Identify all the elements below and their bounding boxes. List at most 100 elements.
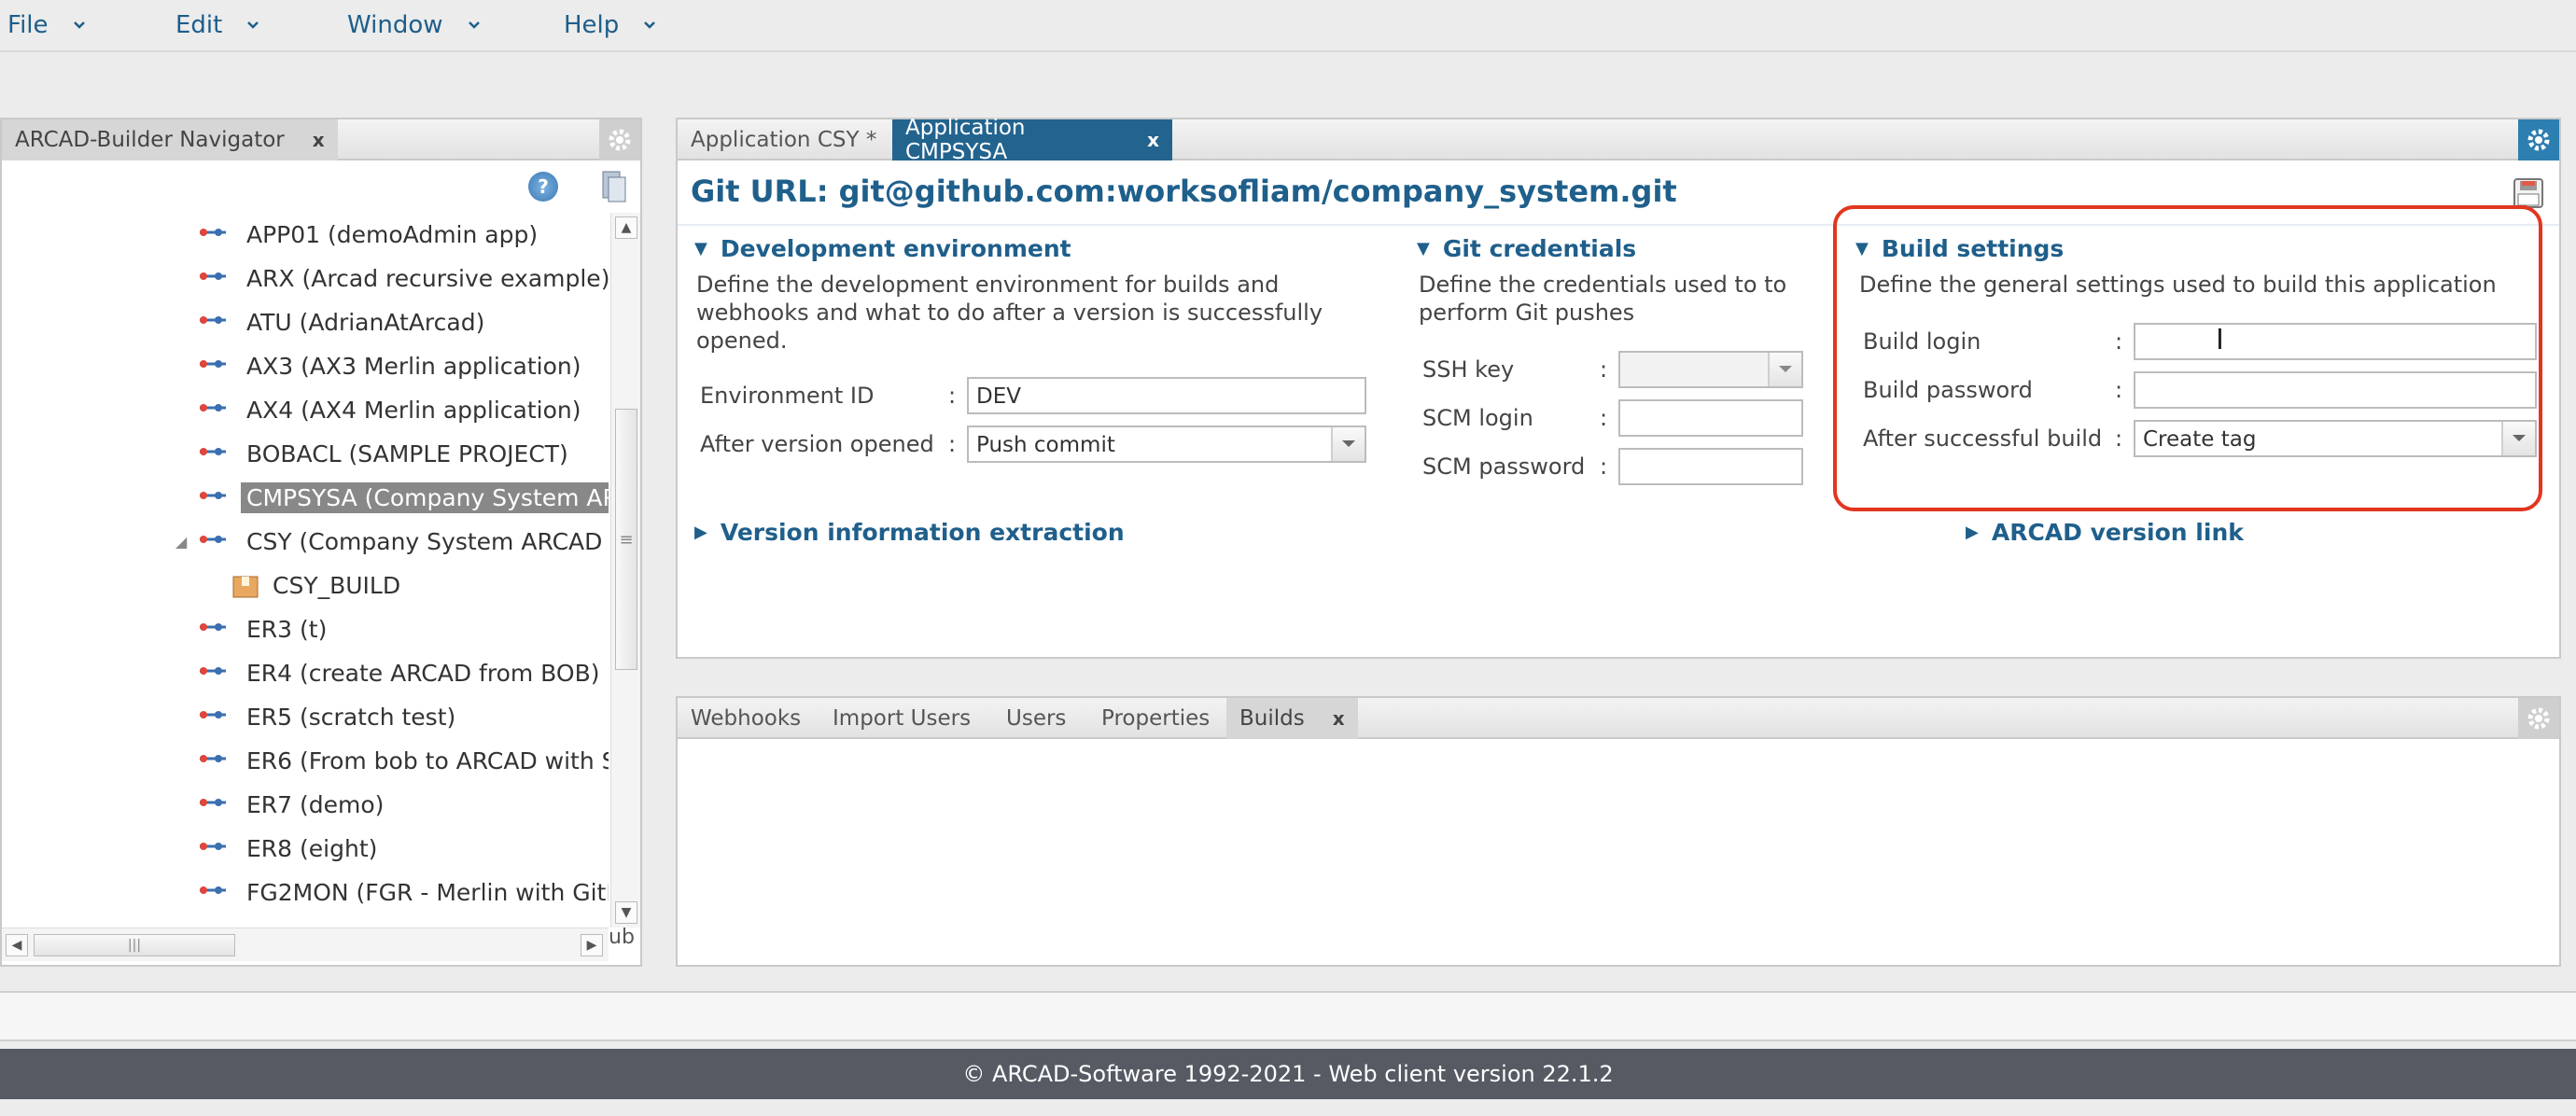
expanded-triangle-icon[interactable]: ◢	[175, 533, 187, 551]
menu-help-label: Help	[564, 11, 620, 39]
application-icon	[200, 492, 226, 499]
scroll-up-arrow[interactable]: ▲	[615, 216, 637, 239]
section-title: Git credentials	[1442, 235, 1637, 262]
save-icon[interactable]	[2513, 177, 2544, 209]
tree-item-bobacl[interactable]: BOBACL (SAMPLE PROJECT)	[2, 432, 609, 475]
colon: :	[1600, 356, 1608, 383]
tree-item-atu[interactable]: ATU (AdrianAtArcad)	[2, 300, 609, 343]
package-icon	[232, 576, 259, 598]
environment-id-field[interactable]: DEV	[967, 377, 1366, 414]
footer: © ARCAD-Software 1992-2021 - Web client …	[0, 1049, 2576, 1099]
tree-item-er8[interactable]: ER8 (eight)	[2, 827, 609, 870]
application-icon	[200, 404, 226, 412]
tree-item-cmpsysa[interactable]: CMPSYSA (Company System ARC	[2, 476, 609, 519]
expand-triangle-icon: ▶	[1966, 523, 1979, 542]
tree-item-app01[interactable]: APP01 (demoAdmin app)	[2, 213, 609, 256]
application-icon	[200, 536, 226, 543]
gear-icon[interactable]	[2518, 698, 2559, 739]
after-version-opened-select[interactable]: Push commit	[967, 425, 1366, 463]
tree-item-label: CSY (Company System ARCAD p	[246, 528, 609, 555]
colon: :	[948, 431, 957, 457]
menu-edit[interactable]: Edit	[175, 11, 259, 39]
tab-application-cmpsysa[interactable]: Application CMPSYSA x	[892, 116, 1172, 164]
menu-file[interactable]: File	[7, 11, 86, 39]
tab-arcad-builder-navigator[interactable]: ARCAD-Builder Navigator x	[2, 119, 338, 160]
application-tabstrip: Application CSY * Application CMPSYSA x	[678, 116, 2559, 164]
tab-label: ARCAD-Builder Navigator	[15, 128, 285, 152]
scm-login-field[interactable]	[1618, 399, 1803, 437]
tree-item-ax4[interactable]: AX4 (AX4 Merlin application)	[2, 388, 609, 431]
tree-item-er6[interactable]: ER6 (From bob to ARCAD with Se	[2, 739, 609, 782]
tab-webhooks[interactable]: Webhooks	[678, 698, 814, 739]
tree-item-label: ER6 (From bob to ARCAD with Se	[246, 747, 609, 774]
application-icon	[200, 711, 226, 718]
tree-item-label: APP01 (demoAdmin app)	[246, 221, 539, 248]
tree-item-er5[interactable]: ER5 (scratch test)	[2, 695, 609, 738]
chevron-down-icon	[247, 21, 259, 29]
application-icon	[200, 229, 226, 236]
scrollbar-thumb[interactable]: |||	[34, 934, 235, 956]
tree-item-er3[interactable]: ER3 (t)	[2, 607, 609, 650]
vertical-scrollbar[interactable]: ▲ ≡ ▼	[610, 213, 640, 928]
menu-window[interactable]: Window	[347, 11, 481, 39]
tree-item-label: CSY_BUILD	[273, 572, 401, 599]
tree-item-arx[interactable]: ARX (Arcad recursive example)	[2, 257, 609, 300]
tree-item-csy[interactable]: ◢ CSY (Company System ARCAD p	[2, 520, 609, 563]
application-icon	[200, 886, 226, 894]
tab-import-users[interactable]: Import Users	[819, 698, 984, 739]
ssh-key-select[interactable]	[1618, 351, 1803, 388]
tree-item-er7[interactable]: ER7 (demo)	[2, 783, 609, 826]
scm-password-field[interactable]	[1618, 448, 1803, 485]
tab-label: Properties	[1101, 706, 1211, 731]
status-bar	[0, 991, 2576, 1041]
tree-item-csy-build[interactable]: CSY_BUILD	[2, 564, 609, 607]
environment-id-value: DEV	[976, 384, 1021, 409]
application-icon	[200, 448, 226, 455]
help-icon[interactable]: ?	[528, 172, 558, 202]
close-icon[interactable]: x	[1333, 707, 1345, 730]
gear-icon[interactable]	[599, 119, 640, 160]
tree-item-label: ER5 (scratch test)	[246, 704, 456, 731]
scroll-down-arrow[interactable]: ▼	[615, 901, 637, 924]
git-url-title: Git URL: git@github.com:worksofliam/comp…	[691, 174, 1677, 209]
ssh-key-label: SSH key	[1422, 356, 1515, 383]
scroll-left-arrow[interactable]: ◀	[6, 934, 28, 956]
gear-icon[interactable]	[2518, 119, 2559, 160]
overflow-text: ub	[609, 926, 635, 949]
tab-builds[interactable]: Builds x	[1226, 698, 1358, 739]
navigator-panel: ARCAD-Builder Navigator x ? APP01 (demoA…	[0, 118, 642, 967]
colon: :	[1600, 405, 1608, 431]
application-icon	[200, 272, 226, 280]
section-arcad-version-link[interactable]: ▶ ARCAD version link	[1966, 519, 2244, 546]
close-icon[interactable]: x	[313, 129, 325, 151]
horizontal-scrollbar[interactable]: ◀ ||| ▶	[2, 928, 609, 961]
scroll-right-arrow[interactable]: ▶	[581, 934, 603, 956]
application-icon	[200, 667, 226, 675]
tree-item-er4[interactable]: ER4 (create ARCAD from BOB)	[2, 651, 609, 694]
menu-window-label: Window	[347, 11, 443, 39]
tree-item-label: ATU (AdrianAtArcad)	[246, 309, 485, 336]
section-title: Version information extraction	[720, 519, 1125, 546]
tab-properties[interactable]: Properties	[1088, 698, 1223, 739]
database-icon[interactable]	[599, 170, 627, 203]
build-settings-highlight	[1833, 205, 2542, 511]
section-development-environment[interactable]: ▼ Development environment	[694, 235, 1071, 262]
tree-item-label: BOBACL (SAMPLE PROJECT)	[246, 440, 568, 467]
menu-bar: File Edit Window Help	[0, 0, 2576, 52]
menu-help[interactable]: Help	[564, 11, 656, 39]
section-git-credentials[interactable]: ▼ Git credentials	[1417, 235, 1636, 262]
close-icon[interactable]: x	[1147, 129, 1159, 151]
application-icon	[200, 755, 226, 762]
builds-tabstrip: Webhooks Import Users Users Properties B…	[678, 698, 2559, 739]
scm-password-label: SCM password	[1422, 453, 1586, 480]
after-version-opened-label: After version opened	[700, 431, 934, 457]
tree-item-ax3[interactable]: AX3 (AX3 Merlin application)	[2, 344, 609, 387]
tab-application-csy[interactable]: Application CSY *	[678, 119, 892, 160]
tree-item-fg2mon[interactable]: FG2MON (FGR - Merlin with GitBu	[2, 871, 609, 914]
scrollbar-thumb[interactable]: ≡	[615, 409, 637, 670]
section-version-information-extraction[interactable]: ▶ Version information extraction	[694, 519, 1125, 546]
tree-item-label: AX4 (AX4 Merlin application)	[246, 397, 581, 424]
tab-users[interactable]: Users	[993, 698, 1079, 739]
chevron-down-icon	[468, 21, 480, 29]
dropdown-arrow-icon	[1768, 353, 1801, 386]
